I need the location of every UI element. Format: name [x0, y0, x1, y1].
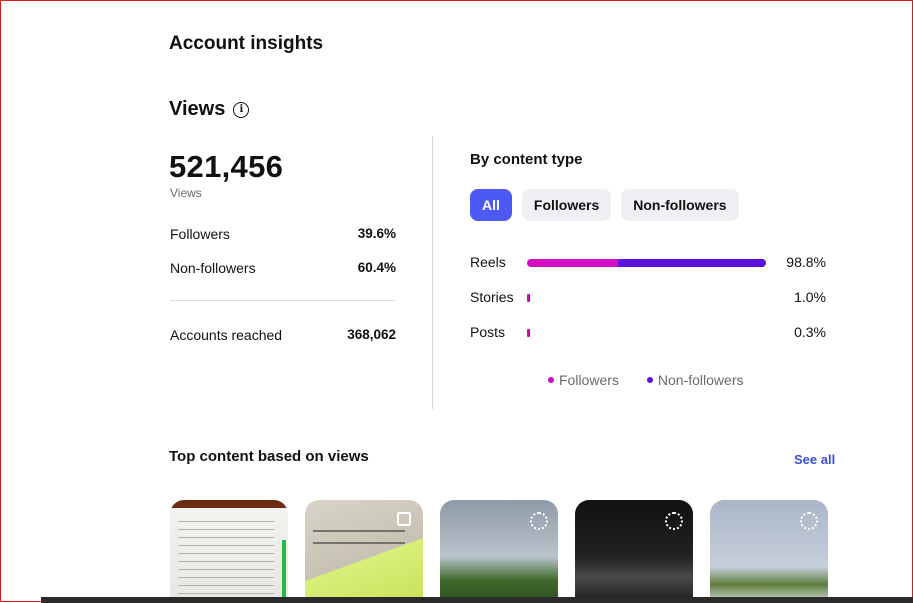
- filter-followers-button[interactable]: Followers: [521, 189, 612, 221]
- followers-row: Followers 39.6%: [170, 226, 396, 242]
- reel-loading-icon: [800, 512, 818, 530]
- views-heading-text: Views: [169, 98, 226, 120]
- content-thumbnail[interactable]: [305, 500, 423, 603]
- bar-segment-followers: [527, 259, 618, 267]
- content-row-label: Posts: [470, 324, 506, 340]
- content-row-label: Reels: [470, 254, 506, 270]
- non-followers-row: Non-followers 60.4%: [170, 260, 396, 276]
- followers-label: Followers: [170, 226, 230, 242]
- non-followers-label: Non-followers: [170, 260, 256, 276]
- content-row-bar: [527, 329, 530, 337]
- legend-label: Non-followers: [657, 372, 744, 388]
- accounts-reached-value: 368,062: [347, 327, 396, 342]
- see-all-link[interactable]: See all: [794, 452, 835, 467]
- filter-all-button[interactable]: All: [470, 189, 512, 221]
- legend-item-non-followers: Non-followers: [646, 372, 744, 388]
- content-row-stories: Stories 1.0%: [470, 288, 826, 308]
- views-total: 521,456: [169, 149, 284, 184]
- content-row-percent: 0.3%: [794, 324, 826, 340]
- content-row-bar: [527, 294, 530, 302]
- content-type-heading: By content type: [470, 151, 583, 168]
- reel-loading-icon: [530, 512, 548, 530]
- reel-loading-icon: [665, 512, 683, 530]
- content-thumbnail[interactable]: [575, 500, 693, 603]
- accounts-reached-row: Accounts reached 368,062: [170, 327, 396, 343]
- legend-item-followers: Followers: [548, 372, 619, 388]
- views-total-label: Views: [170, 186, 202, 200]
- window-bottom-bar: [41, 597, 913, 603]
- content-type-filters: All Followers Non-followers: [470, 189, 739, 221]
- content-thumbnail[interactable]: [170, 500, 288, 603]
- content-row-posts: Posts 0.3%: [470, 323, 826, 343]
- bar-segment-non-followers: [528, 329, 530, 337]
- content-thumbnail[interactable]: [710, 500, 828, 603]
- bar-segment-non-followers: [617, 259, 766, 267]
- legend-label: Followers: [559, 372, 619, 388]
- views-heading: Views i: [169, 98, 250, 121]
- content-thumbnail[interactable]: [440, 500, 558, 603]
- thumbnail-text: [313, 520, 405, 548]
- bar-segment-non-followers: [528, 294, 530, 302]
- followers-dot-icon: [548, 377, 554, 383]
- vertical-divider: [432, 136, 433, 409]
- non-followers-value: 60.4%: [357, 260, 396, 275]
- followers-value: 39.6%: [357, 226, 396, 241]
- content-row-percent: 1.0%: [794, 289, 826, 305]
- non-followers-dot-icon: [646, 377, 653, 383]
- page-title: Account insights: [169, 33, 324, 54]
- thumbnail-decoration: [282, 540, 286, 603]
- top-content-heading: Top content based on views: [169, 448, 369, 465]
- chart-legend: Followers Non-followers: [548, 372, 744, 388]
- info-icon[interactable]: i: [233, 101, 250, 118]
- content-row-reels: Reels 98.8%: [470, 253, 826, 273]
- content-row-label: Stories: [470, 289, 514, 305]
- filter-non-followers-button[interactable]: Non-followers: [621, 189, 739, 221]
- accounts-reached-label: Accounts reached: [170, 327, 283, 343]
- content-row-bar: [527, 259, 766, 267]
- thumbnail-handwriting: [178, 514, 274, 598]
- divider: [170, 300, 396, 301]
- content-row-percent: 98.8%: [786, 254, 826, 270]
